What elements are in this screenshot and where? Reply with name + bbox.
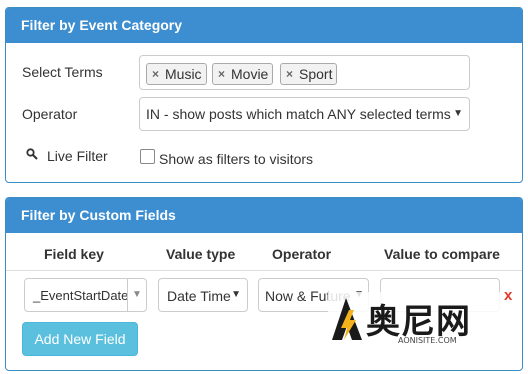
operator-select-value: IN - show posts which match ANY selected…	[146, 106, 451, 122]
tag-music[interactable]: × Music	[146, 63, 207, 85]
add-new-field-button[interactable]: Add New Field	[22, 322, 138, 356]
field-key-select[interactable]: _EventStartDate ▼	[24, 278, 147, 312]
watermark: 奥尼网 AONISITE.COM	[328, 292, 500, 352]
remove-row-icon[interactable]: x	[504, 287, 512, 304]
operator-select[interactable]: IN - show posts which match ANY selected…	[139, 97, 470, 131]
show-to-visitors-checkbox[interactable]	[140, 149, 155, 164]
event-category-panel: Filter by Event Category Select Terms × …	[5, 7, 523, 183]
select-divider	[127, 279, 128, 311]
terms-multiselect[interactable]: × Music × Movie × Sport	[139, 55, 470, 90]
tag-label: Movie	[231, 66, 269, 82]
header-operator: Operator	[272, 246, 332, 262]
caret-down-icon: ▼	[231, 289, 241, 300]
header-value-to-compare: Value to compare	[384, 246, 500, 262]
caret-down-icon: ▼	[453, 108, 463, 119]
search-icon	[26, 148, 38, 160]
header-value-type: Value type	[166, 246, 236, 262]
select-terms-label: Select Terms	[22, 64, 103, 80]
caret-down-icon: ▼	[132, 289, 142, 300]
tag-remove-icon[interactable]: ×	[218, 64, 225, 84]
tag-label: Sport	[299, 66, 333, 82]
lightning-logo-icon	[332, 298, 362, 340]
tag-remove-icon[interactable]: ×	[152, 64, 159, 84]
tag-sport[interactable]: × Sport	[280, 63, 338, 85]
tag-label: Music	[165, 66, 202, 82]
watermark-site: AONISITE.COM	[398, 336, 457, 345]
header-field-key: Field key	[44, 246, 104, 262]
value-type-value: Date Time	[167, 288, 231, 304]
operator-label: Operator	[22, 106, 78, 122]
event-category-title: Filter by Event Category	[6, 8, 522, 43]
field-key-value: _EventStartDate	[33, 288, 129, 303]
custom-fields-title: Filter by Custom Fields	[6, 198, 522, 233]
table-divider	[6, 270, 522, 271]
tag-movie[interactable]: × Movie	[212, 63, 274, 85]
value-type-select[interactable]: Date Time ▼	[158, 278, 248, 312]
show-to-visitors-label: Show as filters to visitors	[159, 151, 314, 167]
live-filter-label: Live Filter	[47, 148, 108, 164]
tag-remove-icon[interactable]: ×	[286, 64, 293, 84]
